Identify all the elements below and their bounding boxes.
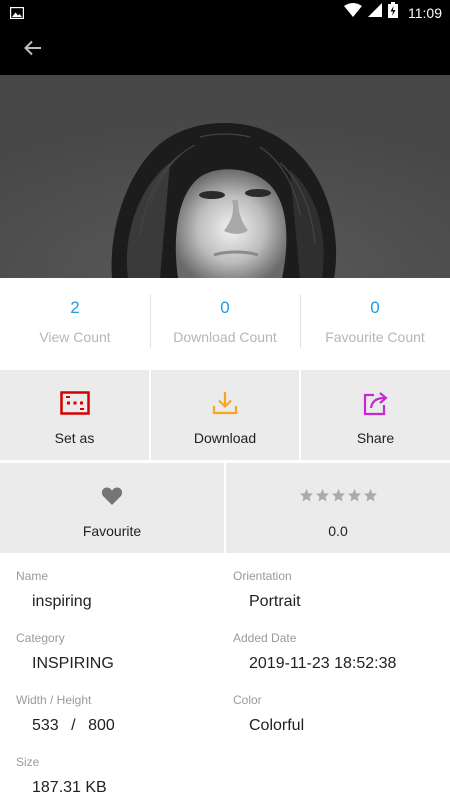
download-button[interactable]: Download [151,370,299,460]
height-value: 800 [88,717,115,734]
toolbar [0,25,450,75]
star-icon[interactable] [299,488,314,508]
orientation-value: Portrait [249,593,301,610]
wallpaper-details: Name inspiring Orientation Portrait Cate… [0,556,450,800]
favourite-count-value: 0 [370,298,380,317]
name-label: Name [16,569,49,583]
download-count-value: 0 [220,298,230,317]
set-as-label: Set as [54,430,95,446]
back-button[interactable] [18,38,48,62]
battery-charging-icon [388,2,398,23]
favourite-button[interactable]: Favourite [0,463,224,553]
star-icon[interactable] [347,488,362,508]
set-as-button[interactable]: Set as [0,370,149,460]
size-label: Size [16,755,40,769]
status-time: 11:09 [408,4,442,21]
rating-value: 0.0 [328,523,348,539]
category-field: Category INSPIRING [16,631,114,673]
view-count-value: 2 [70,298,80,317]
favourite-label: Favourite [82,523,142,539]
size-value: 187.31 KB [32,779,107,796]
orientation-field: Orientation Portrait [233,569,301,611]
wallpaper-preview-image[interactable] [0,75,450,278]
favourite-count-label: Favourite Count [325,329,425,345]
color-field: Color Colorful [233,693,304,735]
download-label: Download [193,430,257,446]
arrow-back-icon [24,40,42,61]
share-button[interactable]: Share [301,370,450,460]
download-icon [212,390,238,421]
category-label: Category [16,631,65,645]
added-date-field: Added Date 2019-11-23 18:52:38 [233,631,396,673]
width-value: 533 [32,717,59,734]
star-icon[interactable] [331,488,346,508]
dimension-separator: / [71,717,76,734]
dimensions-field: Width / Height 533 / 800 [16,693,115,735]
signal-icon [368,3,382,22]
download-count-label: Download Count [173,329,277,345]
view-count-label: View Count [39,329,111,345]
image-notification-icon [9,6,25,20]
status-bar: 11:09 [0,0,450,25]
dimensions-value: 533 / 800 [16,717,115,735]
share-label: Share [356,430,395,446]
name-field: Name inspiring [16,569,92,611]
favourite-count-stat: 0 Favourite Count [300,278,450,368]
added-date-value: 2019-11-23 18:52:38 [249,655,397,672]
name-value: inspiring [32,593,92,610]
rating-stars[interactable] [299,488,378,508]
download-count-stat: 0 Download Count [150,278,300,368]
share-icon [362,390,390,421]
color-value: Colorful [249,717,305,734]
view-count-stat: 2 View Count [0,278,150,368]
added-date-label: Added Date [233,631,297,645]
stats-row: 2 View Count 0 Download Count 0 Favourit… [0,278,450,368]
orientation-label: Orientation [233,569,292,583]
size-field: Size 187.31 KB [16,755,107,797]
wallpaper-icon [59,390,90,420]
rating-widget[interactable]: 0.0 [226,463,450,553]
color-label: Color [233,693,262,707]
star-icon[interactable] [315,488,330,508]
dimensions-label: Width / Height [16,693,92,707]
heart-icon [101,486,123,511]
star-icon[interactable] [363,488,378,508]
wifi-icon [344,3,362,22]
category-value: INSPIRING [32,655,114,672]
